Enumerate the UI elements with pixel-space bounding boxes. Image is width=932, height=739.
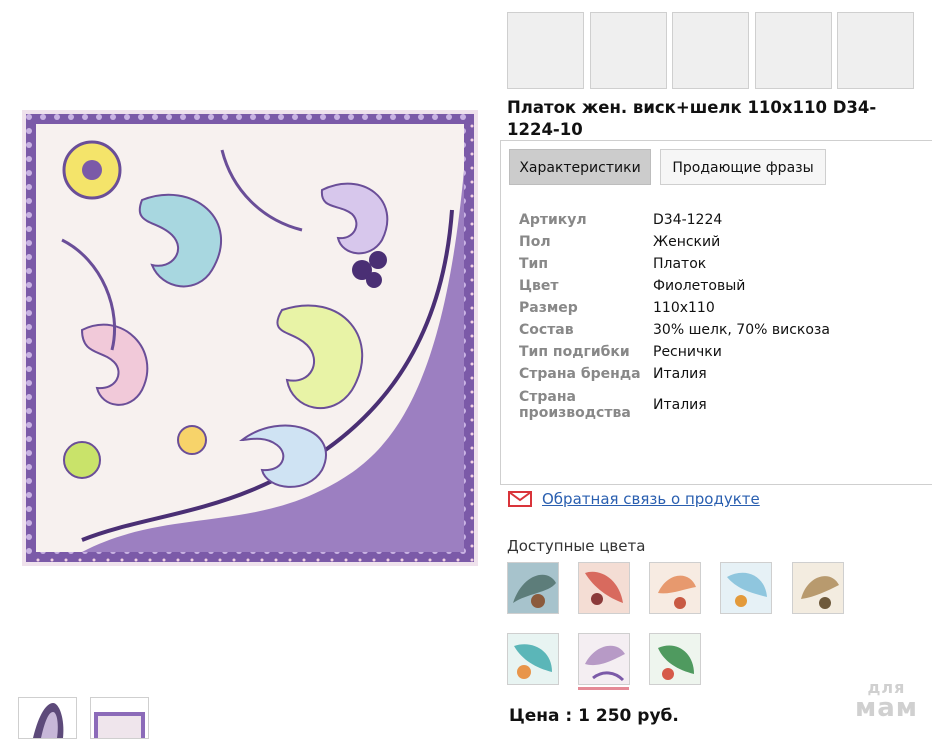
color-swatch-6[interactable] (507, 633, 559, 685)
color-swatch-1[interactable] (507, 562, 559, 614)
spec-row: Артикул D34-1224 (519, 209, 919, 231)
tab-characteristics[interactable]: Характеристики (509, 149, 651, 185)
watermark-logo: для мам (854, 678, 918, 723)
top-thumb-3[interactable] (672, 12, 749, 89)
spec-value: 30% шелк, 70% вискоза (653, 322, 830, 338)
top-thumb-1[interactable] (507, 12, 584, 89)
spec-key: Цвет (519, 278, 559, 294)
swatch-image-8 (650, 634, 700, 684)
top-thumb-5[interactable] (837, 12, 914, 89)
color-swatch-3[interactable] (649, 562, 701, 614)
color-swatch-7-selected[interactable] (578, 633, 630, 685)
swatch-image-1 (508, 563, 558, 613)
watermark-line2: мам (854, 693, 918, 723)
spec-key: Размер (519, 300, 578, 316)
spec-value: Женский (653, 234, 721, 250)
top-thumb-2[interactable] (590, 12, 667, 89)
spec-value: Италия (653, 366, 707, 382)
spec-row: Размер 110х110 (519, 297, 919, 319)
scarf-image (22, 110, 478, 566)
color-swatch-2[interactable] (578, 562, 630, 614)
spec-row: Страна бренда Италия (519, 363, 919, 385)
product-info-panel: Характеристики Продающие фразы Артикул D3… (500, 140, 932, 485)
spec-key: Тип подгибки (519, 344, 630, 360)
color-swatch-4[interactable] (720, 562, 772, 614)
thumb-image-1 (19, 698, 76, 738)
spec-row: Страна производства Италия (519, 385, 919, 425)
spec-value: 110х110 (653, 300, 715, 316)
available-colors-title: Доступные цвета (507, 537, 646, 555)
spec-row: Цвет Фиолетовый (519, 275, 919, 297)
spec-key: Страна бренда (519, 366, 641, 382)
spec-row: Состав 30% шелк, 70% вискоза (519, 319, 919, 341)
selected-color-indicator (578, 687, 629, 690)
spec-key: Артикул (519, 212, 587, 228)
spec-value: Фиолетовый (653, 278, 746, 294)
spec-key: Состав (519, 322, 574, 338)
product-main-image[interactable] (22, 110, 478, 566)
swatch-image-5 (793, 563, 843, 613)
swatch-image-3 (650, 563, 700, 613)
spec-value: D34-1224 (653, 212, 723, 228)
feedback-row[interactable]: Обратная связь о продукте (508, 488, 760, 510)
gallery-thumb-2[interactable] (90, 697, 149, 739)
spec-value: Реснички (653, 344, 722, 360)
swatch-image-2 (579, 563, 629, 613)
spec-row: Тип Платок (519, 253, 919, 275)
spec-row: Тип подгибки Реснички (519, 341, 919, 363)
product-title: Платок жен. виск+шелк 110х110 D34-1224-1… (507, 98, 877, 139)
gallery-thumb-1[interactable] (18, 697, 77, 739)
swatch-image-7 (579, 634, 629, 684)
spec-key: Тип (519, 256, 549, 272)
tab-selling-phrases[interactable]: Продающие фразы (660, 149, 826, 185)
feedback-link[interactable]: Обратная связь о продукте (542, 490, 760, 508)
mail-icon (508, 491, 532, 507)
swatch-image-6 (508, 634, 558, 684)
color-swatch-5[interactable] (792, 562, 844, 614)
spec-key: Страна производства (519, 389, 631, 421)
price-label: Цена : 1 250 руб. (509, 706, 679, 726)
swatch-image-4 (721, 563, 771, 613)
top-thumb-4[interactable] (755, 12, 832, 89)
spec-value: Платок (653, 256, 707, 272)
spec-row: Пол Женский (519, 231, 919, 253)
color-swatch-8[interactable] (649, 633, 701, 685)
spec-key: Пол (519, 234, 551, 250)
thumb-image-2 (91, 698, 148, 738)
spec-table: Артикул D34-1224 Пол Женский Тип Платок Цве… (519, 209, 919, 425)
spec-value: Италия (653, 397, 707, 413)
